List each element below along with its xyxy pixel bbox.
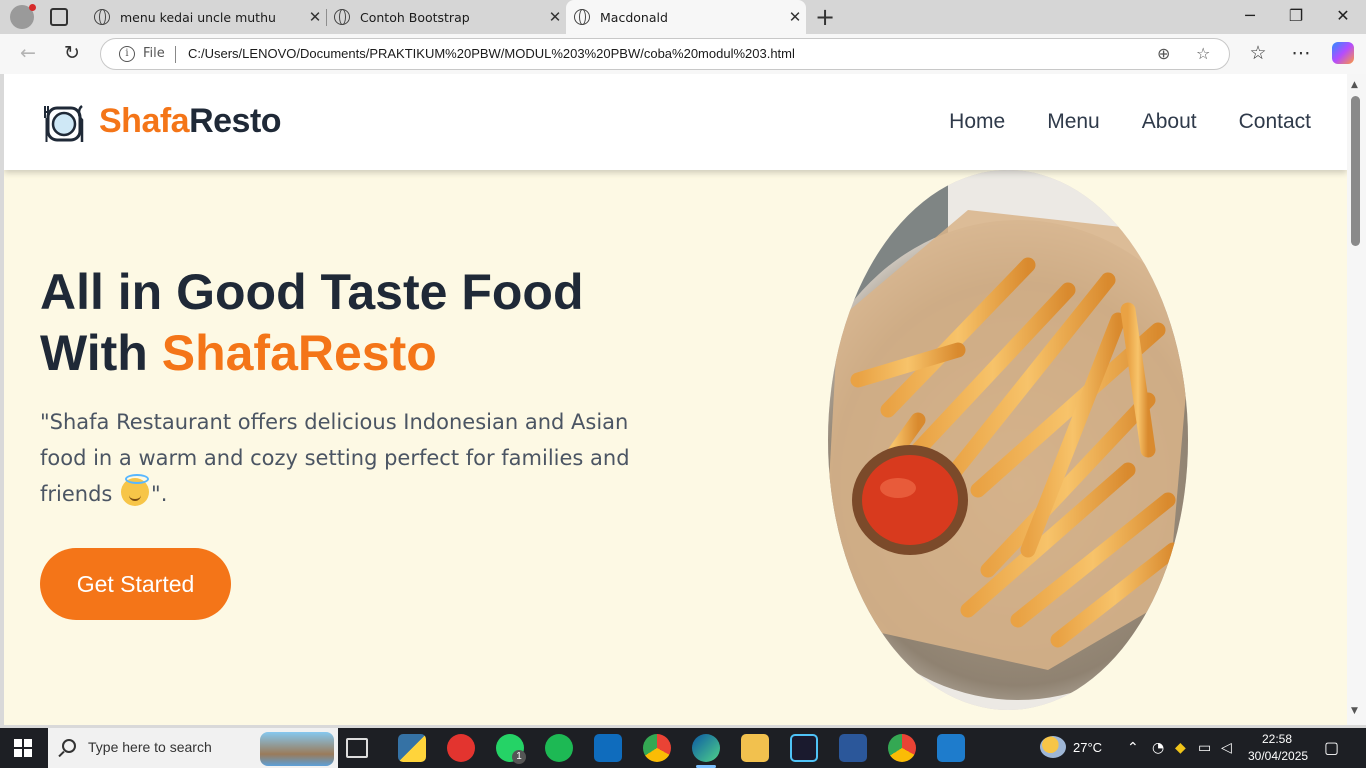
volume-icon[interactable]: ◁ <box>1221 740 1232 756</box>
new-tab-icon[interactable]: + <box>815 3 835 31</box>
close-tab-icon[interactable]: ✕ <box>304 8 326 26</box>
browser-tab-2[interactable]: Contoh Bootstrap ✕ <box>326 0 567 34</box>
nav-about[interactable]: About <box>1142 110 1197 134</box>
globe-icon <box>334 9 350 25</box>
battery-icon[interactable]: ▭ <box>1198 740 1211 756</box>
browser-tab-3-active[interactable]: Macdonald ✕ <box>566 0 806 34</box>
task-view-icon[interactable] <box>346 738 368 758</box>
clock-date[interactable]: 30/04/2025 <box>1248 749 1308 763</box>
wifi-icon[interactable]: ◔ <box>1152 740 1164 756</box>
copilot-icon[interactable] <box>1332 42 1354 64</box>
hero-title-highlight: ShafaResto <box>161 325 437 381</box>
divider <box>175 46 176 63</box>
browser-toolbar: ← ↻ i File C:/Users/LENOVO/Documents/PRA… <box>0 34 1366 74</box>
windows-start-icon[interactable] <box>14 739 32 757</box>
main-nav: Home Menu About Contact <box>949 110 1311 134</box>
brand-part-2: Resto <box>189 102 282 140</box>
hero-description: "Shafa Restaurant offers delicious Indon… <box>40 404 660 512</box>
browser-tab-strip: menu kedai uncle muthu ✕ Contoh Bootstra… <box>0 0 1366 34</box>
whatsapp-badge: 1 <box>512 750 526 764</box>
close-tab-icon[interactable]: ✕ <box>544 8 566 26</box>
globe-icon <box>94 9 110 25</box>
weather-icon[interactable] <box>1040 736 1066 758</box>
page-viewport: ShafaResto Home Menu About Contact All i… <box>4 74 1347 725</box>
info-icon[interactable]: i <box>119 46 135 62</box>
search-icon <box>62 739 76 753</box>
favorite-star-icon[interactable]: ☆ <box>1196 44 1210 63</box>
close-window-icon[interactable]: ✕ <box>1328 6 1358 25</box>
word-icon[interactable] <box>839 734 867 762</box>
brand-part-1: Shafa <box>99 102 190 140</box>
edge-icon[interactable] <box>692 734 720 768</box>
hero-title-line-1: All in Good Taste Food <box>40 264 584 320</box>
whatsapp-icon[interactable]: 1 <box>496 734 526 764</box>
nav-menu[interactable]: Menu <box>1047 110 1100 134</box>
smiling-face-halo-icon <box>121 474 150 506</box>
tab-title: menu kedai uncle muthu <box>120 9 276 25</box>
minimize-icon[interactable]: ─ <box>1235 6 1265 25</box>
search-highlight-image[interactable] <box>260 732 334 766</box>
file-explorer-icon[interactable] <box>741 734 769 762</box>
webex-icon[interactable] <box>790 734 818 762</box>
chrome-profile-icon[interactable] <box>888 734 916 762</box>
outlook-icon[interactable] <box>594 734 622 762</box>
refresh-icon[interactable]: ↻ <box>59 42 85 64</box>
weather-temperature[interactable]: 27°C <box>1073 740 1102 755</box>
close-tab-icon[interactable]: ✕ <box>784 8 806 26</box>
scrollbar-thumb[interactable] <box>1351 96 1360 246</box>
hero-description-end: ". <box>151 482 168 506</box>
taskbar-search-box[interactable]: Type here to search <box>48 728 338 768</box>
zoom-icon[interactable]: ⊕ <box>1157 44 1170 63</box>
chrome-icon[interactable] <box>643 734 671 762</box>
windows-taskbar: Type here to search 1 27°C ⌃ ◔ ◆ ▭ ◁ 22:… <box>0 728 1366 768</box>
brand-logo-text[interactable]: ShafaResto <box>99 102 282 141</box>
hero-title: All in Good Taste Food With ShafaResto <box>40 262 740 384</box>
tab-title: Contoh Bootstrap <box>360 9 470 25</box>
get-started-button[interactable]: Get Started <box>40 548 231 620</box>
tab-title: Macdonald <box>600 9 668 25</box>
nav-home[interactable]: Home <box>949 110 1005 134</box>
back-icon[interactable]: ← <box>15 42 41 64</box>
spotify-icon[interactable] <box>545 734 573 762</box>
globe-icon <box>574 9 590 25</box>
favorites-icon[interactable]: ☆ <box>1245 42 1271 64</box>
show-hidden-icons-chevron-icon[interactable]: ⌃ <box>1127 740 1139 756</box>
site-header: ShafaResto Home Menu About Contact <box>4 74 1347 170</box>
hero-title-line-2-prefix: With <box>40 325 162 381</box>
notifications-icon[interactable]: ▢ <box>1324 738 1339 757</box>
search-placeholder: Type here to search <box>88 739 212 755</box>
page-scrollbar[interactable]: ▲ ▼ <box>1347 74 1366 725</box>
python-idle-icon[interactable] <box>398 734 426 762</box>
clock-time[interactable]: 22:58 <box>1262 732 1292 746</box>
security-shield-icon[interactable]: ◆ <box>1175 740 1186 756</box>
snipping-tool-icon[interactable] <box>447 734 475 762</box>
french-fries-image <box>828 170 1188 710</box>
scheme-label: File <box>143 46 165 61</box>
plate-cutlery-icon <box>44 105 84 142</box>
restore-icon[interactable]: ❐ <box>1281 6 1311 25</box>
scroll-down-icon[interactable]: ▼ <box>1351 706 1358 716</box>
more-menu-icon[interactable]: ⋯ <box>1288 42 1314 64</box>
profile-avatar-icon[interactable] <box>10 4 36 29</box>
scroll-up-icon[interactable]: ▲ <box>1351 80 1358 90</box>
url-text[interactable]: C:/Users/LENOVO/Documents/PRAKTIKUM%20PB… <box>188 46 795 61</box>
address-bar[interactable]: i File C:/Users/LENOVO/Documents/PRAKTIK… <box>100 38 1230 70</box>
nav-contact[interactable]: Contact <box>1239 110 1311 134</box>
tab-actions-icon[interactable] <box>50 8 68 26</box>
vscode-icon[interactable] <box>937 734 965 762</box>
browser-tab-1[interactable]: menu kedai uncle muthu ✕ <box>86 0 327 34</box>
